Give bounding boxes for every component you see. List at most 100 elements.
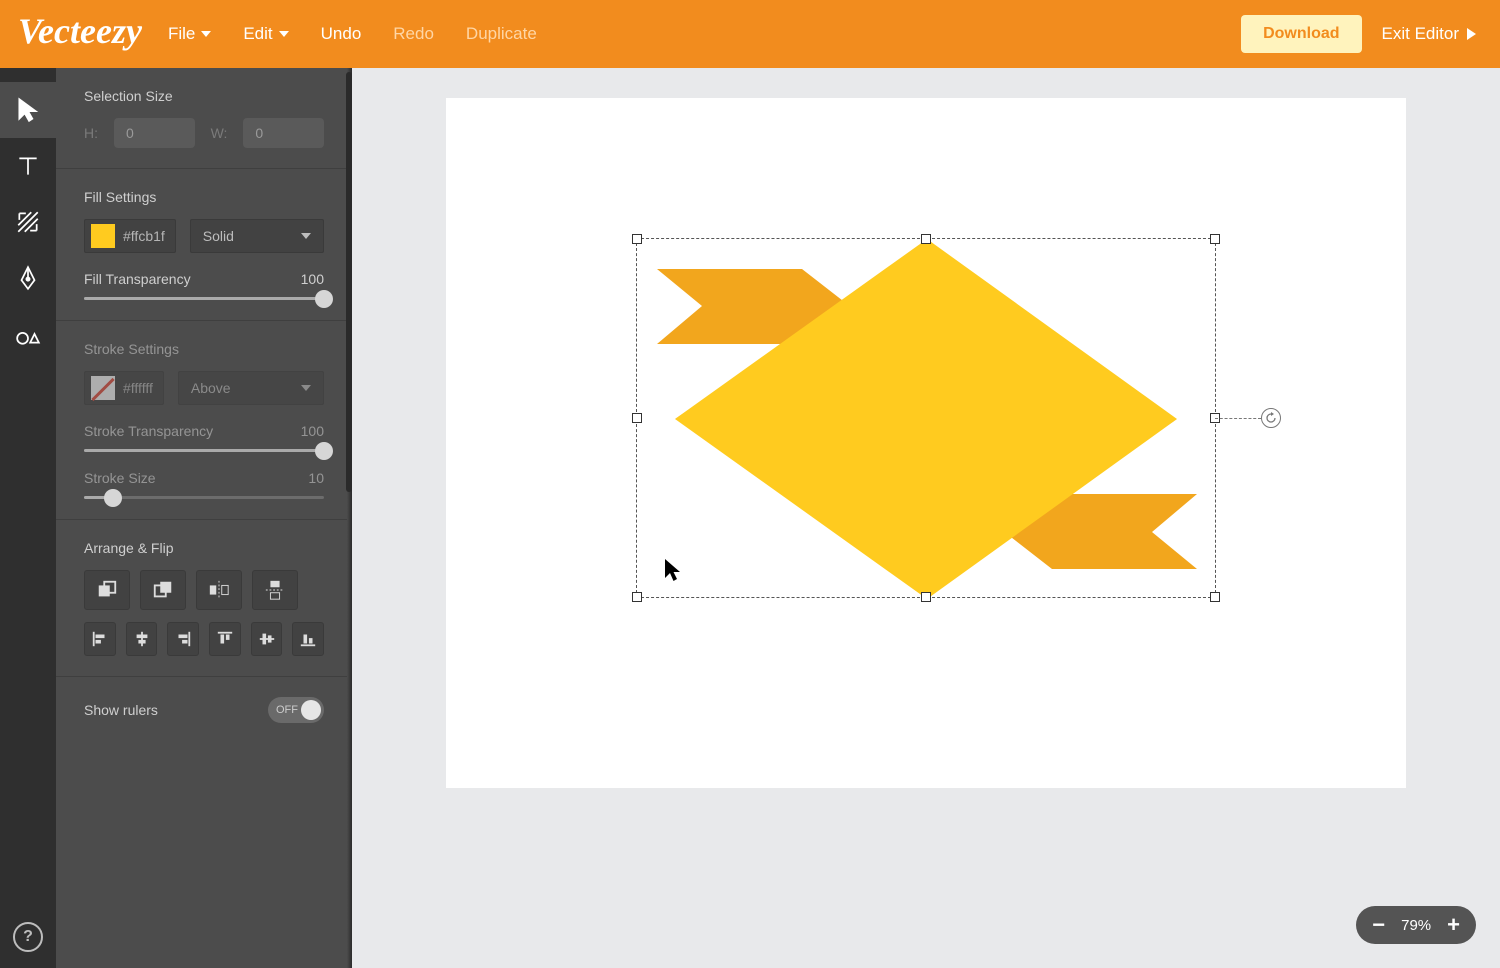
- width-label: W:: [211, 125, 228, 141]
- align-left-button[interactable]: [84, 622, 116, 656]
- align-center-v-button[interactable]: [251, 622, 283, 656]
- menu-undo[interactable]: Undo: [321, 24, 362, 44]
- rulers-toggle-state: OFF: [276, 704, 298, 716]
- width-input[interactable]: 0: [243, 118, 324, 148]
- left-toolbar: ?: [0, 68, 56, 968]
- section-fill: Fill Settings #ffcb1f Solid Fill Transpa…: [56, 169, 352, 321]
- menu-redo[interactable]: Redo: [393, 24, 434, 44]
- slider-knob[interactable]: [315, 290, 333, 308]
- no-stroke-swatch-icon: [91, 376, 115, 400]
- exit-editor-label: Exit Editor: [1382, 24, 1459, 44]
- section-stroke: Stroke Settings #ffffff Above Stroke Tra…: [56, 321, 352, 520]
- resize-handle-s[interactable]: [921, 592, 931, 602]
- tool-select[interactable]: [0, 82, 56, 138]
- height-input[interactable]: 0: [114, 118, 195, 148]
- menu-edit[interactable]: Edit: [243, 24, 288, 44]
- tool-shapes[interactable]: [0, 306, 56, 362]
- tool-text[interactable]: [0, 138, 56, 194]
- stroke-transparency-label: Stroke Transparency: [84, 423, 213, 439]
- align-right-icon: [174, 630, 192, 648]
- menu-duplicate[interactable]: Duplicate: [466, 24, 537, 44]
- section-rulers: Show rulers OFF: [56, 677, 352, 733]
- exit-editor-button[interactable]: Exit Editor: [1382, 24, 1476, 44]
- align-top-icon: [216, 630, 234, 648]
- align-top-button[interactable]: [209, 622, 241, 656]
- zoom-control: − 79% +: [1356, 906, 1476, 944]
- zoom-out-button[interactable]: −: [1372, 914, 1385, 936]
- section-selection-size: Selection Size H: 0 W: 0: [56, 68, 352, 169]
- text-icon: [15, 153, 41, 179]
- fill-transparency-slider[interactable]: [84, 297, 324, 300]
- align-center-h-button[interactable]: [126, 622, 158, 656]
- stroke-transparency-slider[interactable]: [84, 449, 324, 452]
- stroke-size-label: Stroke Size: [84, 470, 156, 486]
- artboard[interactable]: [446, 98, 1406, 788]
- fill-transparency-label: Fill Transparency: [84, 271, 191, 287]
- slider-knob[interactable]: [315, 442, 333, 460]
- tool-pen[interactable]: [0, 250, 56, 306]
- zoom-in-button[interactable]: +: [1447, 914, 1460, 936]
- align-bottom-button[interactable]: [292, 622, 324, 656]
- menu-file-label: File: [168, 24, 195, 44]
- arrow-right-icon: [1467, 28, 1476, 40]
- shapes-icon: [15, 321, 41, 347]
- arrange-title: Arrange & Flip: [84, 540, 324, 556]
- chevron-down-icon: [301, 385, 311, 391]
- stroke-transparency-value: 100: [301, 423, 324, 439]
- resize-handle-se[interactable]: [1210, 592, 1220, 602]
- align-left-icon: [91, 630, 109, 648]
- chevron-down-icon: [301, 233, 311, 239]
- send-backward-button[interactable]: [140, 570, 186, 610]
- resize-handle-sw[interactable]: [632, 592, 642, 602]
- download-button[interactable]: Download: [1241, 15, 1361, 53]
- rotate-icon: [1265, 412, 1277, 424]
- align-bottom-icon: [299, 630, 317, 648]
- tool-background[interactable]: [0, 194, 56, 250]
- send-backward-icon: [152, 579, 174, 601]
- canvas-area: − 79% +: [352, 68, 1500, 968]
- banner-shape[interactable]: [637, 239, 1217, 599]
- stroke-hex: #ffffff: [123, 380, 153, 396]
- menu-redo-label: Redo: [393, 24, 434, 44]
- pen-icon: [15, 265, 41, 291]
- height-label: H:: [84, 125, 98, 141]
- flip-vertical-icon: [264, 579, 286, 601]
- fill-transparency-value: 100: [301, 271, 324, 287]
- resize-handle-nw[interactable]: [632, 234, 642, 244]
- selection-box[interactable]: [636, 238, 1216, 598]
- rulers-toggle[interactable]: OFF: [268, 697, 324, 723]
- fill-type-select[interactable]: Solid: [190, 219, 324, 253]
- chevron-down-icon: [279, 31, 289, 37]
- rotate-arm: [1215, 418, 1261, 419]
- stroke-position-value: Above: [191, 380, 231, 396]
- main-menu: File Edit Undo Redo Duplicate: [168, 24, 537, 44]
- bring-forward-button[interactable]: [84, 570, 130, 610]
- flip-horizontal-button[interactable]: [196, 570, 242, 610]
- brand-logo[interactable]: Vecteezy: [0, 10, 168, 58]
- help-button[interactable]: ?: [13, 922, 43, 952]
- fill-color-picker[interactable]: #ffcb1f: [84, 219, 176, 253]
- toggle-knob: [301, 700, 321, 720]
- flip-horizontal-icon: [208, 579, 230, 601]
- help-icon: ?: [23, 928, 33, 946]
- stroke-size-value: 10: [308, 470, 324, 486]
- slider-knob[interactable]: [104, 489, 122, 507]
- menu-duplicate-label: Duplicate: [466, 24, 537, 44]
- menu-undo-label: Undo: [321, 24, 362, 44]
- zoom-level: 79%: [1401, 917, 1431, 934]
- flip-vertical-button[interactable]: [252, 570, 298, 610]
- resize-handle-n[interactable]: [921, 234, 931, 244]
- stroke-color-picker[interactable]: #ffffff: [84, 371, 164, 405]
- rotate-handle[interactable]: [1261, 408, 1281, 428]
- resize-handle-w[interactable]: [632, 413, 642, 423]
- fill-type-value: Solid: [203, 228, 234, 244]
- properties-panel: Selection Size H: 0 W: 0 Fill Settings #…: [56, 68, 352, 968]
- cursor-icon: [15, 97, 41, 123]
- stroke-size-slider[interactable]: [84, 496, 324, 499]
- menu-file[interactable]: File: [168, 24, 211, 44]
- stroke-position-select[interactable]: Above: [178, 371, 324, 405]
- workspace: ? Selection Size H: 0 W: 0 Fill Settings…: [0, 68, 1500, 968]
- menu-edit-label: Edit: [243, 24, 272, 44]
- resize-handle-ne[interactable]: [1210, 234, 1220, 244]
- align-right-button[interactable]: [167, 622, 199, 656]
